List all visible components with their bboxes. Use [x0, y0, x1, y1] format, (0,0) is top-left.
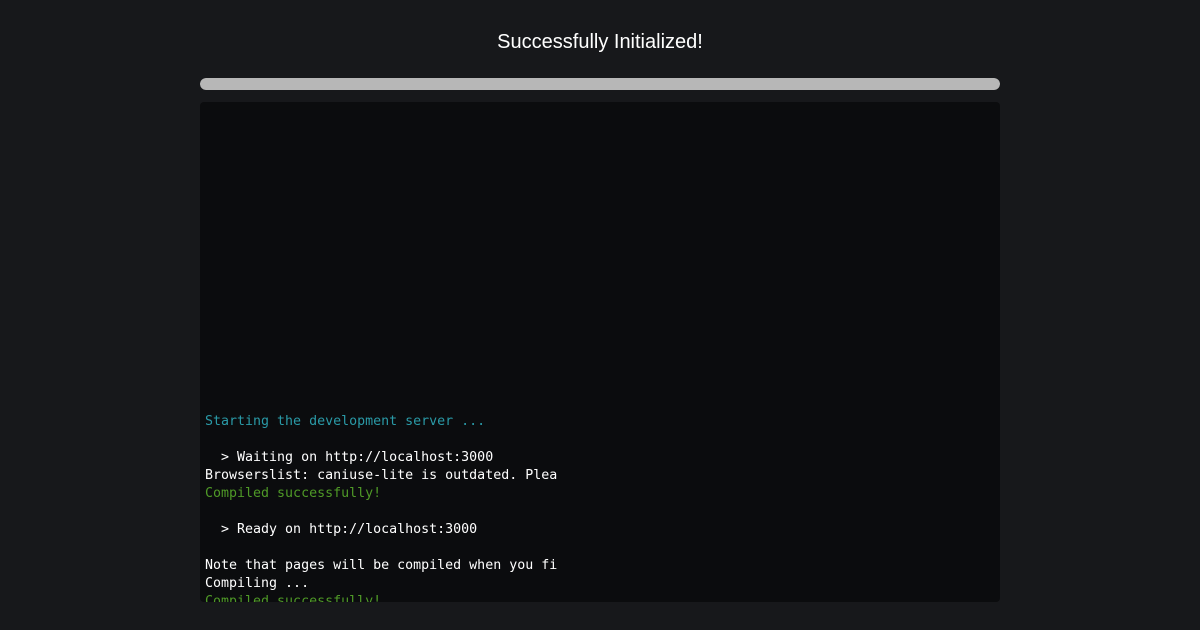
terminal-line: Browserslist: caniuse-lite is outdated. …	[205, 468, 558, 483]
terminal-line: > Ready on http://localhost:3000	[205, 522, 478, 537]
page-title: Successfully Initialized!	[497, 31, 703, 53]
terminal-line: > Waiting on http://localhost:3000	[205, 450, 494, 465]
terminal-line: Starting the development server ...	[205, 414, 486, 429]
terminal-line: Note that pages will be compiled when yo…	[205, 558, 558, 573]
terminal-line: Compiled successfully!	[205, 594, 382, 602]
terminal-output[interactable]: Starting the development server ... > Wa…	[200, 102, 1000, 602]
progress-fill	[200, 78, 1000, 90]
app-root: Successfully Initialized! Starting the d…	[0, 0, 1200, 630]
terminal-lines: Starting the development server ... > Wa…	[205, 413, 565, 602]
terminal-line: Compiled successfully!	[205, 486, 382, 501]
terminal-line: Compiling ...	[205, 576, 310, 591]
progress-bar	[200, 78, 1000, 90]
